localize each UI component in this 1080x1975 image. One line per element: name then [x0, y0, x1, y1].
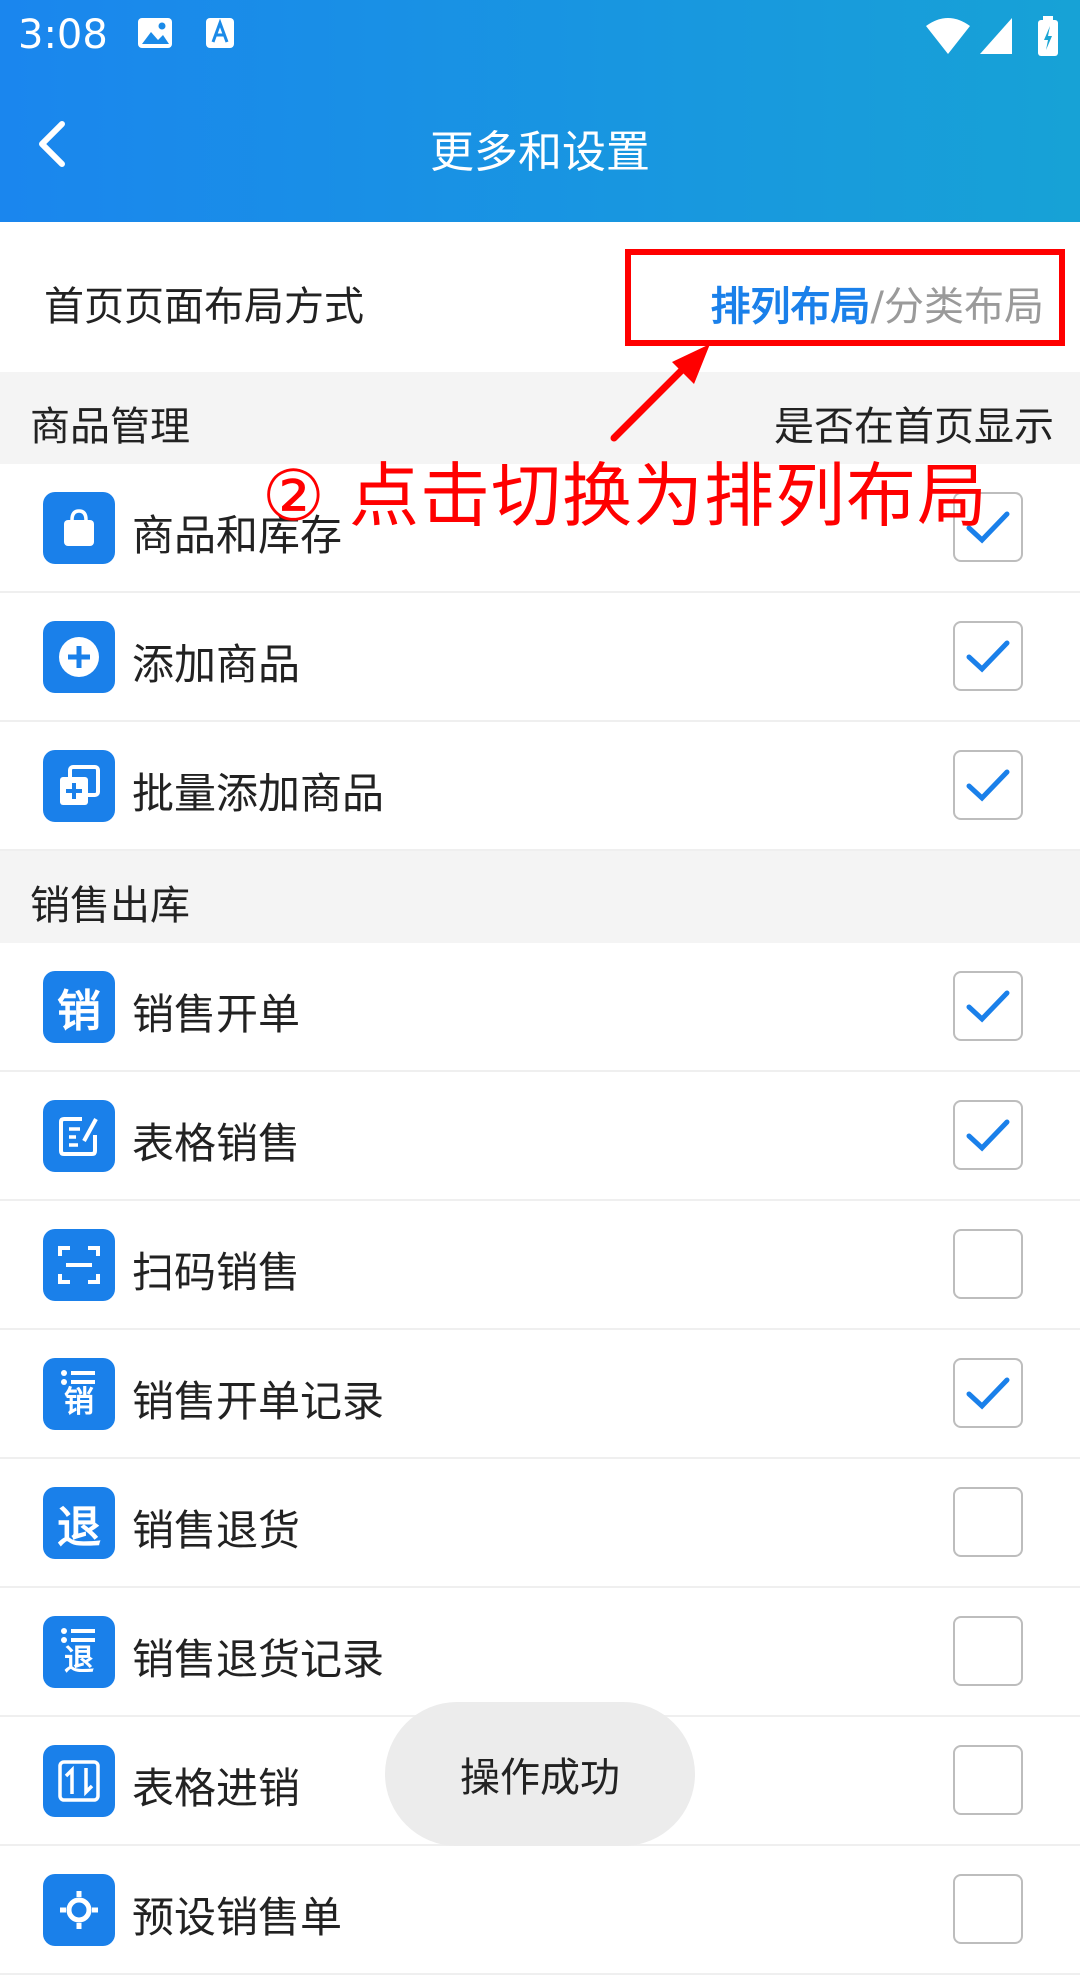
plus-circle-icon [43, 621, 115, 693]
item-label: 添加商品 [132, 640, 301, 689]
section-title: 商品管理 [30, 404, 190, 450]
checkbox[interactable] [953, 1745, 1023, 1815]
check-icon [966, 1119, 1010, 1152]
sales-order-icon: 销 [43, 971, 115, 1043]
status-bar: 3:08 [0, 0, 1080, 72]
table-edit-icon [43, 1100, 115, 1172]
check-icon [966, 769, 1010, 802]
item-label: 销售退货 [132, 1506, 301, 1555]
list-item[interactable]: 销 销售开单记录 [0, 1330, 1080, 1459]
checkbox[interactable] [953, 1100, 1023, 1170]
list-item[interactable]: 退 销售退货记录 [0, 1588, 1080, 1717]
signal-icon [980, 18, 1012, 54]
toast-text: 操作成功 [460, 1755, 620, 1801]
image-notification-icon [138, 18, 172, 48]
list-item[interactable]: 扫码销售 [0, 1201, 1080, 1330]
wifi-icon [926, 18, 970, 54]
section-header-sales: 销售出库 [0, 851, 1080, 943]
item-label: 销售开单记录 [132, 1377, 385, 1426]
checkbox[interactable] [953, 1358, 1023, 1428]
preset-order-icon [43, 1874, 115, 1946]
list-item[interactable]: 添加商品 [0, 593, 1080, 722]
shopping-bag-icon [43, 492, 115, 564]
annotation-highlight-box [625, 249, 1065, 346]
list-item[interactable]: 预设销售单 [0, 1846, 1080, 1975]
status-time: 3:08 [18, 12, 108, 58]
check-icon [966, 640, 1010, 673]
toast-message: 操作成功 [385, 1702, 695, 1846]
sales-record-icon: 销 [43, 1358, 115, 1430]
return-icon: 退 [43, 1487, 115, 1559]
app-header: 3:08 更多和设置 [0, 0, 1080, 222]
checkbox[interactable] [953, 1487, 1023, 1557]
checkbox[interactable] [953, 971, 1023, 1041]
list-item[interactable]: 表格销售 [0, 1072, 1080, 1201]
title-bar: 更多和设置 [0, 72, 1080, 222]
checkbox[interactable] [953, 621, 1023, 691]
list-item[interactable]: 退 销售退货 [0, 1459, 1080, 1588]
battery-icon [1038, 16, 1058, 56]
page-title: 更多和设置 [430, 127, 650, 178]
item-label: 批量添加商品 [132, 769, 385, 818]
list-item[interactable]: 销 销售开单 [0, 943, 1080, 1072]
check-icon [966, 990, 1010, 1023]
check-icon [966, 1377, 1010, 1410]
annotation-arrow-icon [610, 344, 710, 442]
checkbox[interactable] [953, 750, 1023, 820]
return-record-icon: 退 [43, 1616, 115, 1688]
item-label: 预设销售单 [132, 1893, 343, 1942]
table-transfer-icon [43, 1745, 115, 1817]
section-title: 销售出库 [30, 883, 190, 929]
checkbox[interactable] [953, 1616, 1023, 1686]
app-notification-icon [206, 18, 234, 48]
checkbox[interactable] [953, 1229, 1023, 1299]
item-label: 表格销售 [132, 1119, 301, 1168]
list-item[interactable]: 批量添加商品 [0, 722, 1080, 851]
item-label: 扫码销售 [132, 1248, 301, 1297]
annotation-text: ② 点击切换为排列布局 [262, 455, 989, 537]
scan-icon [43, 1229, 115, 1301]
sales-record-icon-text: 销 [64, 1385, 94, 1420]
item-label: 销售退货记录 [132, 1635, 385, 1684]
item-label: 销售开单 [132, 990, 301, 1039]
return-record-icon-text: 退 [64, 1643, 94, 1678]
batch-add-icon [43, 750, 115, 822]
item-label: 表格进销 [132, 1764, 301, 1813]
layout-setting-label: 首页页面布局方式 [44, 284, 364, 330]
checkbox[interactable] [953, 1874, 1023, 1944]
